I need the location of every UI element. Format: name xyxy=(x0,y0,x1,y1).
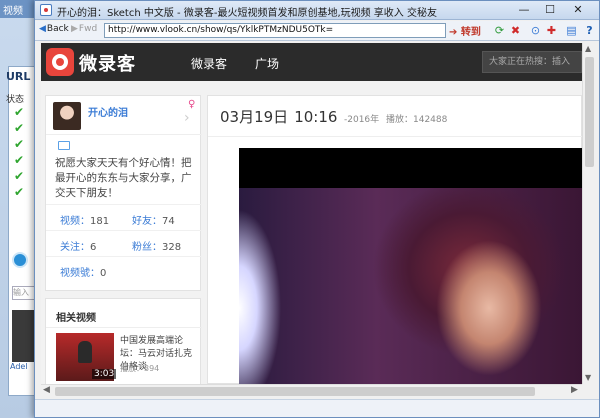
profile-name[interactable]: 开心的泪 xyxy=(88,104,128,119)
stat-label: 好友： xyxy=(132,216,162,227)
divider xyxy=(46,256,202,257)
video-frame xyxy=(239,188,582,384)
background-url-label: URL xyxy=(6,70,31,83)
status-bar xyxy=(35,399,599,417)
stat-video-number[interactable]: 视频號：0 xyxy=(60,264,106,279)
stat-value: 74 xyxy=(162,216,175,227)
scroll-left-icon[interactable]: ◀ xyxy=(43,385,50,395)
settings-icon[interactable]: ▤ xyxy=(565,24,578,37)
app-icon xyxy=(40,4,52,16)
divider xyxy=(46,204,202,205)
web-viewport: 微录客 微录客 广场 大家正在热搜：插入 开心的泪 ♀ › 祝愿大家天天有个好心… xyxy=(41,43,582,384)
browser-toolbar: ◀Back ▶Fwd http://www.vlook.cn/show/qs/Y… xyxy=(35,21,599,41)
forward-button[interactable]: ▶Fwd xyxy=(71,24,97,34)
background-check-list: ✔ ✔ ✔ ✔ ✔ ✔ xyxy=(14,104,24,200)
profile-card: 开心的泪 ♀ › 祝愿大家天天有个好心情！把最开心的东东与大家分享，广交天下朋友… xyxy=(45,95,202,291)
back-button[interactable]: ◀Back xyxy=(39,24,69,34)
forward-arrow-icon: ▶ xyxy=(71,24,78,34)
stat-value: 328 xyxy=(162,242,182,253)
chevron-right-icon[interactable]: › xyxy=(184,110,190,126)
avatar[interactable] xyxy=(53,102,81,130)
scroll-up-icon[interactable]: ▲ xyxy=(585,44,591,53)
browser-window: 开心的泪：Sketch 中文版 - 微录客-最火短视频首发和原创基地,玩视频 享… xyxy=(34,0,600,418)
profile-bio: 祝愿大家天天有个好心情！把最开心的东东与大家分享，广交天下朋友！ xyxy=(55,157,192,199)
go-arrow-icon: ➔ xyxy=(449,27,458,38)
back-label: Back xyxy=(46,24,69,34)
site-logo-text[interactable]: 微录客 xyxy=(79,50,136,76)
maximize-button[interactable]: ☐ xyxy=(539,3,561,17)
scroll-down-icon[interactable]: ▼ xyxy=(585,373,591,382)
stat-fans[interactable]: 粉丝：328 xyxy=(132,238,181,253)
site-header: 微录客 微录客 广场 大家正在热搜：插入 xyxy=(41,43,582,81)
stat-label: 视频號： xyxy=(60,268,100,279)
vertical-scroll-thumb[interactable] xyxy=(585,57,594,167)
stat-value: 181 xyxy=(90,216,110,227)
post-date: 03月19日 xyxy=(220,108,289,126)
post-year: -2016年 xyxy=(344,115,380,125)
stop-icon[interactable]: ✖ xyxy=(509,24,522,37)
vertical-scrollbar[interactable]: ▲ ▼ xyxy=(582,43,595,384)
stat-videos[interactable]: 视频：181 xyxy=(60,212,109,227)
search-icon[interactable]: ⊙ xyxy=(529,24,542,37)
scroll-right-icon[interactable]: ▶ xyxy=(571,385,578,395)
minimize-button[interactable]: — xyxy=(513,3,535,17)
vip-icon xyxy=(58,141,70,150)
related-video-duration: 3:03 xyxy=(92,369,117,379)
refresh-icon[interactable]: ⟳ xyxy=(493,24,506,37)
check-icon: ✔ xyxy=(14,153,25,167)
female-icon: ♀ xyxy=(188,99,196,110)
related-video-plays: 播放：394 xyxy=(120,364,160,373)
title-bar: 开心的泪：Sketch 中文版 - 微录客-最火短视频首发和原创基地,玩视频 享… xyxy=(35,1,599,20)
check-icon: ✔ xyxy=(14,121,25,135)
stat-label: 视频： xyxy=(60,216,90,227)
check-icon: ✔ xyxy=(14,185,25,199)
favorites-icon[interactable]: ✚ xyxy=(545,24,558,37)
forward-label: Fwd xyxy=(78,24,98,34)
logo-icon[interactable] xyxy=(46,48,74,76)
stat-label: 粉丝： xyxy=(132,242,162,253)
check-icon: ✔ xyxy=(14,169,25,183)
stat-value: 6 xyxy=(90,242,97,253)
stat-label: 关注： xyxy=(60,242,90,253)
divider xyxy=(208,136,582,137)
stat-friends[interactable]: 好友：74 xyxy=(132,212,175,227)
horizontal-scroll-thumb[interactable] xyxy=(55,387,535,396)
stat-value: 0 xyxy=(100,268,107,279)
stat-following[interactable]: 关注：6 xyxy=(60,238,96,253)
post-datetime: 03月19日 10:16 xyxy=(220,106,337,127)
check-icon: ✔ xyxy=(14,105,25,119)
related-videos-card: 相关视频 3:03 中国发展高端论坛：马云对话扎克伯格谈 播放：394 xyxy=(45,298,202,384)
background-status-icon[interactable] xyxy=(12,252,28,268)
divider xyxy=(46,230,202,231)
video-player[interactable] xyxy=(239,148,582,384)
background-thumbnail-label: Adel xyxy=(10,362,28,371)
video-post-card: 03月19日 10:16 -2016年 播放：142488 xyxy=(207,95,582,384)
window-title: 开心的泪：Sketch 中文版 - 微录客-最火短视频首发和原创基地,玩视频 享… xyxy=(57,8,437,19)
close-button[interactable]: ✕ xyxy=(567,3,589,17)
back-arrow-icon: ◀ xyxy=(39,24,46,34)
divider xyxy=(46,134,202,135)
check-icon: ✔ xyxy=(14,137,25,151)
post-play-count: 播放：142488 xyxy=(386,115,448,125)
address-bar[interactable]: http://www.vlook.cn/show/qs/YklkPTMzNDU5… xyxy=(104,23,446,38)
go-button[interactable]: ➔ 转到 xyxy=(449,23,481,38)
help-icon[interactable]: ? xyxy=(583,24,596,37)
nav-item-square[interactable]: 广场 xyxy=(255,55,279,72)
go-label: 转到 xyxy=(460,27,481,38)
nav-item-home[interactable]: 微录客 xyxy=(191,55,227,72)
horizontal-scrollbar[interactable]: ◀ ▶ xyxy=(41,384,582,397)
related-videos-title: 相关视频 xyxy=(56,313,96,324)
divider xyxy=(46,327,202,328)
site-search-input[interactable]: 大家正在热搜：插入 xyxy=(482,51,582,73)
post-time: 10:16 xyxy=(294,108,338,126)
